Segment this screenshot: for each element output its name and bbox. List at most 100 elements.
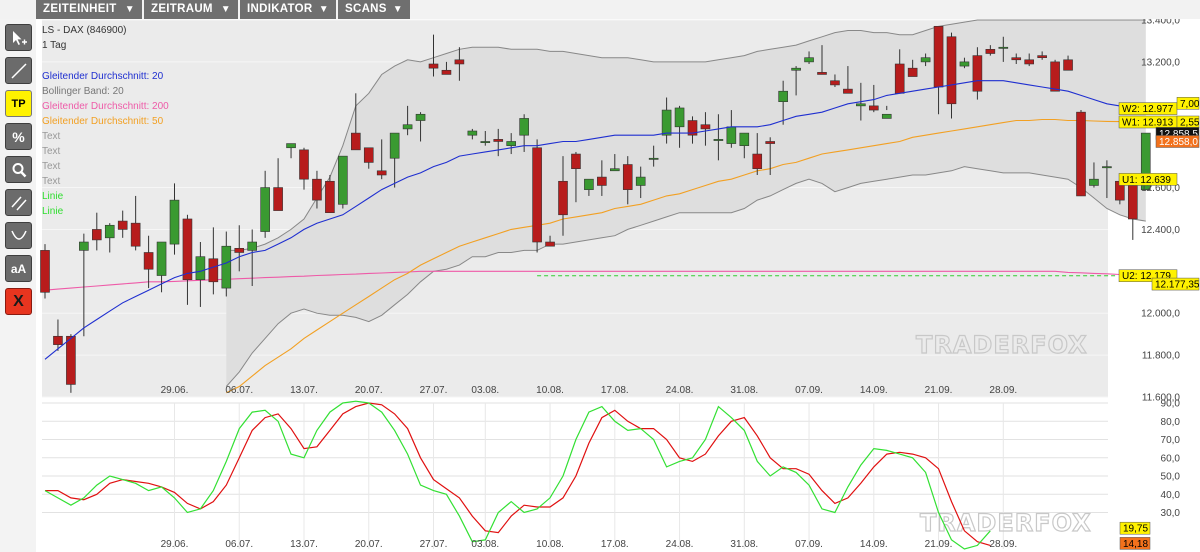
price-tag: 7,00 [1176, 97, 1200, 110]
oscillator-tag-text: 14,18 [1123, 539, 1148, 550]
price-date-label: 06.07. [225, 385, 253, 396]
price-date-label: 14.09. [860, 385, 888, 396]
price-date-label: 27.07. [420, 385, 448, 396]
oscillator-date-label: 20.07. [355, 539, 383, 550]
price-tag-text: 7,00 [1180, 99, 1200, 110]
percent-tool-button[interactable]: % [5, 123, 32, 150]
oscillator-date-label: 31.08. [730, 539, 758, 550]
pointer-tool-button[interactable] [5, 24, 32, 51]
bullish-candle [998, 46, 1009, 49]
price-date-label: 28.09. [989, 385, 1017, 396]
timeframe-label: 1 Tag [42, 40, 66, 51]
bullish-candle [104, 224, 115, 239]
bearish-candle [143, 252, 154, 270]
bullish-candle [506, 141, 517, 146]
bearish-candle [830, 80, 840, 86]
bearish-candle [1128, 185, 1138, 220]
oscillator-date-label: 28.09. [989, 539, 1017, 550]
delete-tool-button[interactable]: X [5, 288, 32, 315]
magnifier-icon [12, 162, 26, 177]
menu-zeiteinheit-button[interactable]: ZEITEINHEIT ▼ [36, 0, 142, 19]
bearish-candle [130, 222, 141, 247]
bullish-candle [156, 241, 167, 276]
bearish-candle [53, 335, 63, 345]
bullish-candle [804, 57, 814, 63]
bearish-candle [493, 139, 504, 142]
price-tag-text: W2: 12.977 [1122, 104, 1174, 115]
bearish-candle [571, 153, 581, 170]
bearish-candle [312, 178, 322, 201]
price-tag-text: 2,55 [1180, 117, 1200, 128]
tp-label: TP [11, 97, 26, 110]
bullish-candle [195, 256, 206, 281]
cursor-arrow-icon [12, 30, 27, 45]
bullish-candle [739, 132, 750, 146]
bearish-candle [972, 55, 983, 92]
menu-zeitraum-label: ZEITRAUM [151, 3, 213, 15]
price-tag: 2,55 [1176, 115, 1200, 128]
zoom-tool-button[interactable] [5, 156, 32, 183]
bearish-candle [700, 124, 711, 130]
bullish-candle [338, 155, 348, 205]
channel-tool-button[interactable] [5, 189, 32, 216]
legend-item: Linie [42, 206, 64, 217]
bearish-candle [1063, 59, 1073, 71]
text-tool-button[interactable]: aA [5, 255, 32, 282]
legend-item: Text [42, 146, 61, 157]
chevron-down-icon: ▼ [318, 4, 329, 15]
legend-item: Text [42, 131, 61, 142]
bullish-candle [519, 118, 529, 136]
bearish-candle [40, 250, 50, 293]
price-tag: W1: 12.913 [1118, 115, 1178, 128]
watermark-text: TRADERFOX [916, 331, 1088, 359]
oscillator-tick-label: 40,0 [1161, 490, 1181, 501]
bearish-candle [325, 180, 335, 213]
price-tick-label: 12.400,0 [1141, 225, 1180, 236]
bearish-candle [1024, 59, 1035, 65]
oscillator-tag-text: 19,75 [1123, 524, 1148, 535]
bearish-candle [91, 229, 102, 241]
traderfox-watermark-oscillator: TRADERFOX [919, 508, 1091, 537]
price-tag-text: 12.858,0 [1159, 137, 1198, 148]
bullish-candle [286, 143, 296, 149]
bullish-candle [959, 61, 970, 67]
bullish-candle [635, 176, 646, 186]
bullish-candle [648, 157, 659, 160]
oscillator-date-label: 07.09. [795, 539, 823, 550]
bullish-candle [1089, 178, 1099, 186]
bearish-candle [985, 49, 996, 54]
price-tick-label: 13.400,0 [1141, 19, 1180, 27]
price-tick-label: 11.800,0 [1142, 351, 1181, 362]
tp-tool-button[interactable]: TP [5, 90, 32, 117]
bearish-candle [752, 153, 763, 170]
chart-area[interactable]: TRADERFOX TRADERFOX 11.600,011.800,012.0… [36, 19, 1200, 552]
oscillator-date-label: 06.07. [225, 539, 253, 550]
price-date-label: 31.08. [730, 385, 758, 396]
bearish-candle [868, 105, 879, 111]
oscillator-date-label: 24.08. [666, 539, 694, 550]
bullish-candle [221, 245, 232, 289]
bearish-candle [234, 247, 245, 253]
price-tag-text: U1: 12.639 [1122, 175, 1171, 186]
menu-scans-button[interactable]: SCANS ▼ [338, 0, 410, 19]
price-date-label: 17.08. [601, 385, 629, 396]
price-date-label: 24.08. [666, 385, 694, 396]
traderfox-watermark-price: TRADERFOX [915, 330, 1088, 359]
bearish-candle [765, 141, 776, 144]
bearish-candle [907, 67, 918, 77]
menu-zeitraum-button[interactable]: ZEITRAUM ▼ [144, 0, 238, 19]
menu-indikator-button[interactable]: INDIKATOR ▼ [240, 0, 336, 19]
bullish-candle [881, 113, 892, 119]
bearish-candle [376, 170, 387, 176]
chevron-down-icon: ▼ [220, 4, 231, 15]
price-date-label: 13.07. [290, 385, 318, 396]
oscillator-date-label: 03.08. [471, 539, 499, 550]
bearish-candle [933, 25, 944, 88]
legend-item: Gleitender Durchschnitt: 200 [42, 101, 169, 112]
line-tool-button[interactable] [5, 57, 32, 84]
curve-tool-button[interactable] [5, 222, 32, 249]
bullish-candle [661, 109, 672, 136]
bearish-candle [622, 164, 633, 190]
bearish-candle [894, 63, 905, 94]
price-date-label: 10.08. [536, 385, 564, 396]
